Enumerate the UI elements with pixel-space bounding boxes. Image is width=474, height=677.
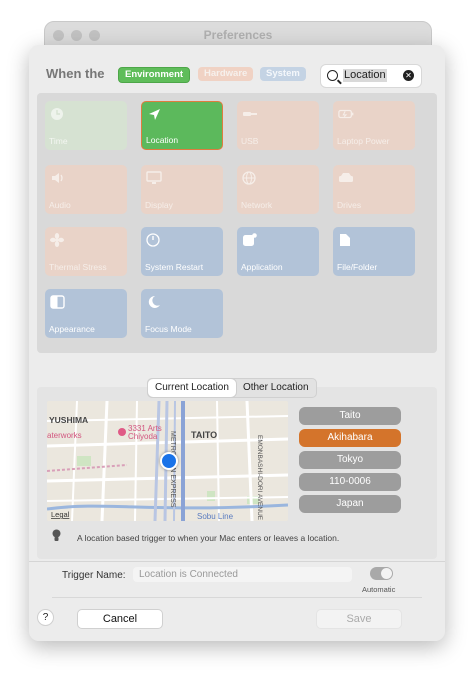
fan-icon [50, 233, 64, 247]
trigger-label: Time [49, 136, 68, 146]
location-tabs: Current Location Other Location [147, 378, 317, 398]
search-field[interactable]: Location ✕ [320, 64, 422, 88]
trigger-label: System Restart [145, 262, 204, 272]
speaker-icon [52, 173, 63, 183]
category-environment[interactable]: Environment [118, 67, 191, 83]
battery-icon [338, 109, 354, 119]
when-the-label: When the [46, 66, 105, 81]
cancel-button[interactable]: Cancel [77, 609, 163, 629]
map-legal-link[interactable]: Legal [51, 510, 70, 519]
trigger-label: Drives [337, 200, 362, 210]
location-arrow-icon [149, 109, 160, 120]
trigger-display[interactable]: Display [141, 165, 223, 214]
drive-icon [339, 173, 353, 182]
document-icon [340, 234, 350, 246]
trigger-focus-mode[interactable]: Focus Mode [141, 289, 223, 338]
location-panel: YUSHIMA TAITO aterworks 3331 Arts Chiyod… [37, 387, 437, 559]
location-chip-tokyo[interactable]: Tokyo [299, 451, 401, 469]
trigger-application[interactable]: Application [237, 227, 319, 276]
trigger-sheet: When the Environment Hardware System Loc… [29, 45, 445, 641]
trigger-label: Focus Mode [145, 324, 192, 334]
trigger-laptop-power[interactable]: Laptop Power [333, 101, 415, 150]
map-label-taito: TAITO [191, 430, 217, 440]
application-icon [243, 233, 257, 246]
sheet-footer: Trigger Name: Location is Connected Auto… [29, 563, 445, 641]
trigger-usb[interactable]: USB [237, 101, 319, 150]
trigger-label: Audio [49, 200, 71, 210]
clock-icon [51, 108, 63, 120]
trigger-label: Laptop Power [337, 136, 390, 146]
trigger-location[interactable]: Location [141, 101, 223, 150]
location-chip-japan[interactable]: Japan [299, 495, 401, 513]
moon-icon [148, 295, 160, 308]
clear-search-icon[interactable]: ✕ [403, 70, 414, 81]
trigger-system-restart[interactable]: System Restart [141, 227, 223, 276]
trigger-label: Location [146, 135, 179, 145]
usb-icon [243, 112, 257, 116]
map-label-sobu: Sobu Line [197, 512, 234, 521]
search-input[interactable]: Location [343, 69, 387, 82]
map-label-yushima: YUSHIMA [49, 415, 88, 425]
trigger-thermal-stress[interactable]: Thermal Stress [45, 227, 127, 276]
trigger-label: Thermal Stress [49, 262, 107, 272]
trigger-label: Display [145, 200, 173, 210]
divider [52, 597, 422, 598]
location-chip-postal-code[interactable]: 110-0006 [299, 473, 401, 491]
map-label-chiyoda: Chiyoda [128, 432, 158, 441]
location-chip-akihabara[interactable]: Akihabara [299, 429, 401, 447]
divider [29, 561, 445, 562]
automatic-toggle[interactable] [370, 567, 393, 580]
map-label-avenue: EMONBASHI-DORI AVENUE [256, 435, 263, 521]
trigger-label: Network [241, 200, 273, 210]
trigger-audio[interactable]: Audio [45, 165, 127, 214]
location-components: Taito Akihabara Tokyo 110-0006 Japan [299, 407, 401, 517]
map-view[interactable]: YUSHIMA TAITO aterworks 3331 Arts Chiyod… [47, 401, 288, 521]
help-button[interactable]: ? [37, 609, 54, 626]
appearance-icon [50, 295, 65, 309]
trigger-description: A location based trigger to when your Ma… [77, 533, 340, 543]
power-icon [146, 233, 160, 247]
trigger-time[interactable]: Time [45, 101, 127, 150]
trigger-drives[interactable]: Drives [333, 165, 415, 214]
tab-other-location[interactable]: Other Location [236, 379, 316, 397]
category-system[interactable]: System [260, 67, 306, 81]
save-button[interactable]: Save [316, 609, 402, 629]
trigger-network[interactable]: Network [237, 165, 319, 214]
trigger-name-label: Trigger Name: [62, 570, 126, 581]
trigger-label: USB [241, 136, 259, 146]
trigger-grid: Time Location USB Laptop Power Audio Dis… [37, 93, 437, 353]
trigger-appearance[interactable]: Appearance [45, 289, 127, 338]
search-icon [327, 70, 338, 81]
trigger-name-input[interactable]: Location is Connected [133, 567, 352, 582]
globe-icon [242, 171, 256, 185]
category-hardware[interactable]: Hardware [198, 67, 254, 81]
trigger-config-area: When the Environment Hardware System Loc… [29, 45, 445, 563]
tab-current-location[interactable]: Current Location [148, 379, 236, 397]
trigger-file-folder[interactable]: File/Folder [333, 227, 415, 276]
trigger-label: Appearance [49, 324, 95, 334]
current-location-pin [160, 452, 178, 470]
trigger-label: File/Folder [337, 262, 378, 272]
display-icon [146, 171, 162, 184]
trigger-label: Application [241, 262, 283, 272]
window-title: Preferences [203, 28, 273, 42]
automatic-label: Automatic [362, 585, 396, 594]
map-label-waterworks: aterworks [47, 431, 82, 440]
lightbulb-icon [52, 529, 61, 541]
location-chip-taito[interactable]: Taito [299, 407, 401, 425]
